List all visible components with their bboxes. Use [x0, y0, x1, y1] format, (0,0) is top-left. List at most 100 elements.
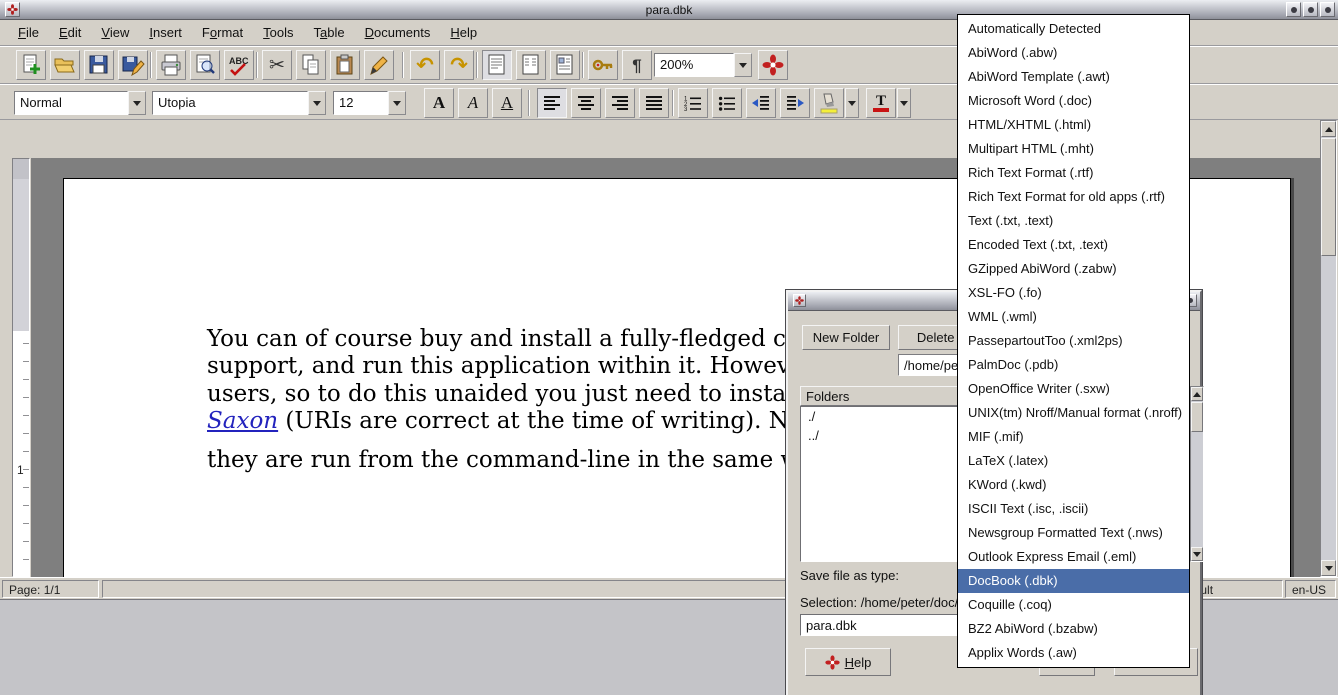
bold-button[interactable]: A: [424, 88, 454, 118]
view-web-layout-button[interactable]: [550, 50, 580, 80]
scroll-up-button[interactable]: [1321, 121, 1336, 137]
insert-hyperlink-button[interactable]: [588, 50, 618, 80]
file-type-option[interactable]: MIF (.mif): [958, 425, 1189, 449]
paste-button[interactable]: [330, 50, 360, 80]
align-center-button[interactable]: [571, 88, 601, 118]
numbered-list-button[interactable]: 123: [678, 88, 708, 118]
file-type-option-selected[interactable]: DocBook (.dbk): [958, 569, 1189, 593]
document-text-line[interactable]: Saxon (URIs are correct at the time of w…: [207, 408, 847, 434]
view-normal-layout-button[interactable]: [516, 50, 546, 80]
file-type-option[interactable]: XSL-FO (.fo): [958, 281, 1189, 305]
cut-button[interactable]: ✂: [262, 50, 292, 80]
vertical-ruler[interactable]: 1: [12, 158, 30, 577]
document-text-line[interactable]: You can of course buy and install a full…: [207, 326, 843, 352]
highlight-color-dropdown[interactable]: [845, 88, 859, 118]
menu-help[interactable]: Help: [440, 21, 487, 44]
increase-indent-button[interactable]: [780, 88, 810, 118]
file-type-option[interactable]: BZ2 AbiWord (.bzabw): [958, 617, 1189, 641]
file-type-option[interactable]: Applix Words (.aw): [958, 641, 1189, 665]
italic-button[interactable]: A: [458, 88, 488, 118]
file-type-option[interactable]: ISCII Text (.isc, .iscii): [958, 497, 1189, 521]
files-scroll-up-button[interactable]: [1191, 387, 1203, 401]
zoom-combo[interactable]: 200%: [654, 53, 752, 77]
redo-button[interactable]: ↷: [444, 50, 474, 80]
copy-button[interactable]: [296, 50, 326, 80]
menu-file[interactable]: File: [8, 21, 49, 44]
font-size-dropdown-button[interactable]: [388, 91, 406, 115]
file-type-option[interactable]: Microsoft Word (.doc): [958, 89, 1189, 113]
show-formatting-marks-button[interactable]: ¶: [622, 50, 652, 80]
zoom-dropdown-button[interactable]: [734, 53, 752, 77]
spellcheck-button[interactable]: ABC: [224, 50, 254, 80]
file-type-option[interactable]: Newsgroup Formatted Text (.nws): [958, 521, 1189, 545]
file-type-option[interactable]: PalmDoc (.pdb): [958, 353, 1189, 377]
file-type-option[interactable]: OpenOffice Writer (.sxw): [958, 377, 1189, 401]
new-folder-button[interactable]: New Folder: [802, 325, 890, 350]
menu-table[interactable]: Table: [304, 21, 355, 44]
document-text-line[interactable]: they are run from the command-line in th…: [207, 447, 827, 473]
open-button[interactable]: [50, 50, 80, 80]
font-size-value[interactable]: 12: [333, 91, 388, 115]
font-size-combo[interactable]: 12: [333, 91, 406, 115]
decrease-indent-button[interactable]: [746, 88, 776, 118]
save-as-button[interactable]: [118, 50, 148, 80]
file-type-option[interactable]: Multipart HTML (.mht): [958, 137, 1189, 161]
font-combo[interactable]: Utopia: [152, 91, 326, 115]
font-color-dropdown[interactable]: [897, 88, 911, 118]
file-type-option[interactable]: Outlook Express Email (.eml): [958, 545, 1189, 569]
menu-tools[interactable]: Tools: [253, 21, 303, 44]
scrollbar-thumb[interactable]: [1321, 138, 1336, 256]
style-dropdown-button[interactable]: [128, 91, 146, 115]
file-type-option[interactable]: Coquille (.coq): [958, 593, 1189, 617]
document-text-line[interactable]: users, so to do this unaided you just ne…: [207, 381, 837, 407]
underline-button[interactable]: A: [492, 88, 522, 118]
menu-insert[interactable]: Insert: [139, 21, 192, 44]
save-button[interactable]: [84, 50, 114, 80]
print-button[interactable]: [156, 50, 186, 80]
align-justify-button[interactable]: [639, 88, 669, 118]
files-scrollbar-thumb[interactable]: [1191, 402, 1203, 432]
menu-format[interactable]: Format: [192, 21, 253, 44]
window-maximize-button[interactable]: [1303, 2, 1318, 17]
new-document-button[interactable]: [16, 50, 46, 80]
files-scroll-down-button[interactable]: [1191, 547, 1203, 561]
dialog-help-button[interactable]: Help: [805, 648, 891, 676]
font-value[interactable]: Utopia: [152, 91, 308, 115]
file-type-option[interactable]: Rich Text Format for old apps (.rtf): [958, 185, 1189, 209]
zoom-value[interactable]: 200%: [654, 53, 734, 77]
file-type-option[interactable]: PassepartoutToo (.xml2ps): [958, 329, 1189, 353]
align-left-button[interactable]: [537, 88, 567, 118]
dialog-window-menu-button[interactable]: [793, 294, 806, 307]
format-painter-button[interactable]: [364, 50, 394, 80]
menu-edit[interactable]: Edit: [49, 21, 91, 44]
file-type-option[interactable]: AbiWord Template (.awt): [958, 65, 1189, 89]
menu-view[interactable]: View: [91, 21, 139, 44]
font-dropdown-button[interactable]: [308, 91, 326, 115]
file-type-option[interactable]: Automatically Detected: [958, 17, 1189, 41]
folder-list-item[interactable]: ../: [801, 426, 959, 445]
bullet-list-button[interactable]: [712, 88, 742, 118]
folders-column-header[interactable]: Folders: [800, 386, 960, 406]
saxon-hyperlink[interactable]: Saxon: [207, 408, 278, 434]
vertical-scrollbar[interactable]: [1320, 120, 1337, 577]
undo-button[interactable]: ↶: [410, 50, 440, 80]
help-button[interactable]: [758, 50, 788, 80]
file-type-option[interactable]: Rich Text Format (.rtf): [958, 161, 1189, 185]
file-type-option[interactable]: KWord (.kwd): [958, 473, 1189, 497]
file-type-option[interactable]: HTML/XHTML (.html): [958, 113, 1189, 137]
file-type-option[interactable]: WML (.wml): [958, 305, 1189, 329]
file-type-option[interactable]: AbiWord (.abw): [958, 41, 1189, 65]
file-type-option[interactable]: GZipped AbiWord (.zabw): [958, 257, 1189, 281]
file-type-option[interactable]: LaTeX (.latex): [958, 449, 1189, 473]
style-value[interactable]: Normal: [14, 91, 128, 115]
file-type-option[interactable]: Text (.txt, .text): [958, 209, 1189, 233]
document-text-line[interactable]: support, and run this application within…: [207, 353, 819, 379]
window-close-button[interactable]: [1320, 2, 1335, 17]
window-minimize-button[interactable]: [1286, 2, 1301, 17]
align-right-button[interactable]: [605, 88, 635, 118]
menu-documents[interactable]: Documents: [355, 21, 441, 44]
highlight-color-button[interactable]: [814, 88, 844, 118]
view-print-layout-button[interactable]: [482, 50, 512, 80]
file-type-option[interactable]: Encoded Text (.txt, .text): [958, 233, 1189, 257]
font-color-button[interactable]: T: [866, 88, 896, 118]
